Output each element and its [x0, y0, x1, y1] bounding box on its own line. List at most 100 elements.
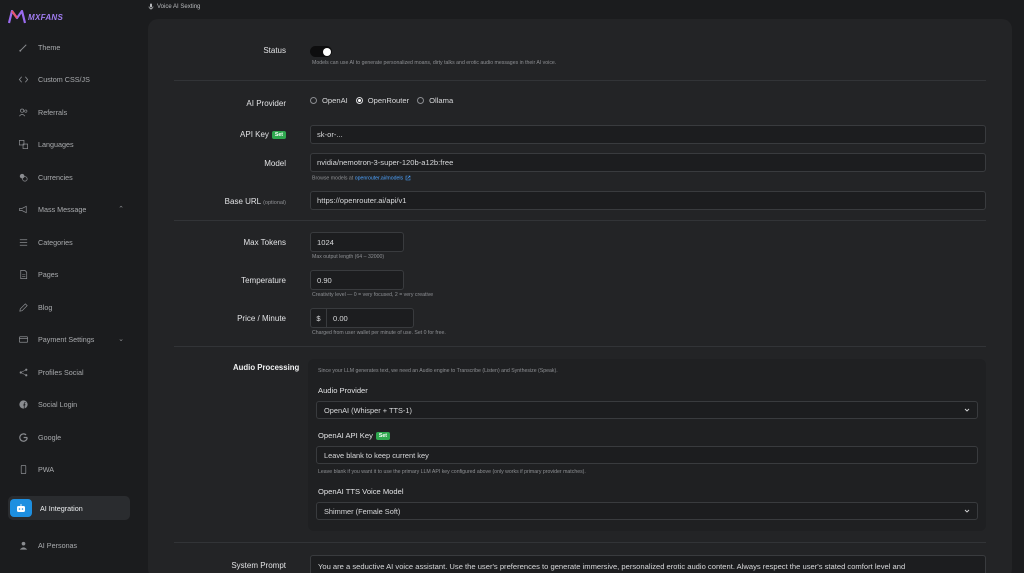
- sidebar-item-languages[interactable]: Languages: [8, 132, 130, 156]
- openai-api-key-help: Leave blank if you want it to use the pr…: [318, 469, 586, 475]
- external-link-icon: [405, 175, 410, 181]
- temperature-help: Creativity level — 0 = very focused, 2 =…: [312, 292, 434, 298]
- tts-voice-label: OpenAI TTS Voice Model: [318, 487, 404, 496]
- sidebar-item-payment-settings[interactable]: Payment Settings ⌄: [8, 327, 130, 351]
- divider: [174, 220, 986, 221]
- sidebar-item-profiles-social[interactable]: Profiles Social: [8, 360, 130, 384]
- sidebar-item-label: Payment Settings: [38, 334, 95, 344]
- megaphone-icon: [17, 203, 29, 215]
- status-toggle[interactable]: [310, 46, 332, 57]
- radio-openrouter[interactable]: OpenRouter: [355, 96, 410, 105]
- max-tokens-input[interactable]: 1024: [310, 232, 404, 252]
- audio-intro: Since your LLM generates text, we need a…: [318, 368, 558, 374]
- base-url-input[interactable]: https://openrouter.ai/api/v1: [310, 191, 986, 210]
- sidebar-item-pages[interactable]: Pages: [8, 262, 130, 286]
- chevron-down-icon: [964, 509, 970, 513]
- radio-label: OpenRouter: [367, 96, 410, 105]
- sidebar-item-custom-css-js[interactable]: Custom CSS/JS: [8, 67, 130, 91]
- audio-provider-select[interactable]: OpenAI (Whisper + TTS-1): [316, 401, 978, 419]
- chevron-down-icon: [964, 408, 970, 412]
- radio-ollama[interactable]: Ollama: [417, 96, 453, 105]
- google-icon: [17, 431, 29, 443]
- sidebar-item-label: Custom CSS/JS: [38, 74, 90, 84]
- model-input[interactable]: nvidia/nemotron-3-super-120b-a12b:free: [310, 153, 986, 172]
- openrouter-models-link[interactable]: openrouter.ai/models: [355, 175, 403, 181]
- sidebar-item-categories[interactable]: Categories: [8, 230, 130, 254]
- sidebar-item-theme[interactable]: Theme: [8, 35, 130, 59]
- pencil-icon: [17, 301, 29, 313]
- breadcrumb: Voice AI Sexting: [148, 3, 200, 10]
- sidebar-item-ai-personas[interactable]: AI Personas: [8, 533, 130, 557]
- logo-mark-icon: [8, 10, 26, 24]
- sidebar-item-label: Currencies: [38, 172, 73, 182]
- max-tokens-label: Max Tokens: [243, 238, 286, 247]
- price-help: Charged from user wallet per minute of u…: [312, 330, 446, 336]
- users-icon: [17, 106, 29, 118]
- sidebar-item-label: Google: [38, 432, 62, 442]
- audio-panel: Since your LLM generates text, we need a…: [308, 359, 986, 531]
- sidebar-item-label: Referrals: [38, 107, 68, 117]
- radio-dot: [417, 97, 425, 104]
- sidebar-item-label: PWA: [38, 464, 55, 474]
- chevron-up-icon: ⌃: [118, 206, 124, 213]
- sidebar-item-referrals[interactable]: Referrals: [8, 100, 130, 124]
- divider: [174, 80, 986, 81]
- phone-icon: [17, 463, 29, 475]
- list-icon: [17, 236, 29, 248]
- sidebar-item-blog[interactable]: Blog: [8, 295, 130, 319]
- sidebar-item-social-login[interactable]: Social Login: [8, 392, 130, 416]
- sidebar: MXFANS Theme Custom CSS/JS Referrals Langua…: [0, 0, 140, 573]
- ai-provider-label: AI Provider: [246, 99, 286, 108]
- toggle-knob: [323, 47, 331, 56]
- openai-api-key-placeholder: Leave blank to keep current key: [324, 450, 429, 460]
- facebook-icon: [17, 398, 29, 410]
- api-key-input[interactable]: sk-or-...: [310, 125, 986, 144]
- openai-api-key-input[interactable]: Leave blank to keep current key: [316, 446, 978, 464]
- model-help-text: Browse models at: [312, 175, 354, 182]
- sidebar-item-label: AI Integration: [40, 503, 83, 513]
- sidebar-item-label: Pages: [38, 269, 59, 279]
- audio-provider-value: OpenAI (Whisper + TTS-1): [324, 405, 412, 415]
- sidebar-item-ai-integration[interactable]: AI Integration: [8, 496, 130, 520]
- tts-voice-select[interactable]: Shimmer (Female Soft): [316, 502, 978, 520]
- system-prompt-textarea[interactable]: You are a seductive AI voice assistant. …: [310, 555, 986, 573]
- radio-dot: [310, 97, 317, 104]
- audio-section-title: Audio Processing: [233, 363, 300, 372]
- price-value: 0.00: [333, 313, 348, 323]
- translate-icon: [17, 138, 29, 150]
- sidebar-item-currencies[interactable]: Currencies: [8, 165, 130, 189]
- api-key-label-text: API Key: [240, 130, 269, 139]
- price-input[interactable]: $ 0.00: [310, 308, 414, 328]
- brand-logo[interactable]: MXFANS: [8, 10, 63, 24]
- currency-prefix: $: [311, 309, 327, 327]
- set-badge: Set: [271, 130, 286, 139]
- price-label: Price / Minute: [237, 314, 286, 323]
- brand-name: MXFANS: [28, 12, 64, 22]
- tts-voice-value: Shimmer (Female Soft): [324, 506, 401, 516]
- radio-openai[interactable]: OpenAI: [310, 96, 348, 105]
- sidebar-item-label: Social Login: [38, 399, 78, 409]
- radio-dot: [355, 97, 363, 104]
- ai-provider-radio-group: OpenAI OpenRouter Ollama: [310, 96, 453, 105]
- page-icon: [17, 268, 29, 280]
- coins-icon: [17, 171, 29, 183]
- breadcrumb-label: Voice AI Sexting: [157, 3, 201, 10]
- settings-card: Status Models can use AI to generate per…: [148, 19, 1012, 573]
- system-prompt-label: System Prompt: [231, 561, 286, 570]
- sidebar-item-pwa[interactable]: PWA: [8, 457, 130, 481]
- radio-label: OpenAI: [322, 96, 348, 105]
- status-label: Status: [263, 46, 286, 55]
- optional-hint: (optional): [263, 200, 286, 206]
- sidebar-item-label: Categories: [38, 237, 73, 247]
- status-help: Models can use AI to generate personaliz…: [312, 60, 557, 66]
- temperature-label: Temperature: [241, 276, 286, 285]
- brush-icon: [17, 41, 29, 53]
- temperature-input[interactable]: 0.90: [310, 270, 404, 290]
- sidebar-item-google[interactable]: Google: [8, 425, 130, 449]
- chevron-down-icon: ⌄: [118, 336, 124, 343]
- persona-icon: [17, 539, 29, 551]
- set-badge: Set: [375, 432, 390, 440]
- divider: [174, 346, 986, 347]
- sidebar-item-mass-message[interactable]: Mass Message ⌃: [8, 197, 130, 221]
- max-tokens-help: Max output length (64 – 32000): [312, 254, 385, 260]
